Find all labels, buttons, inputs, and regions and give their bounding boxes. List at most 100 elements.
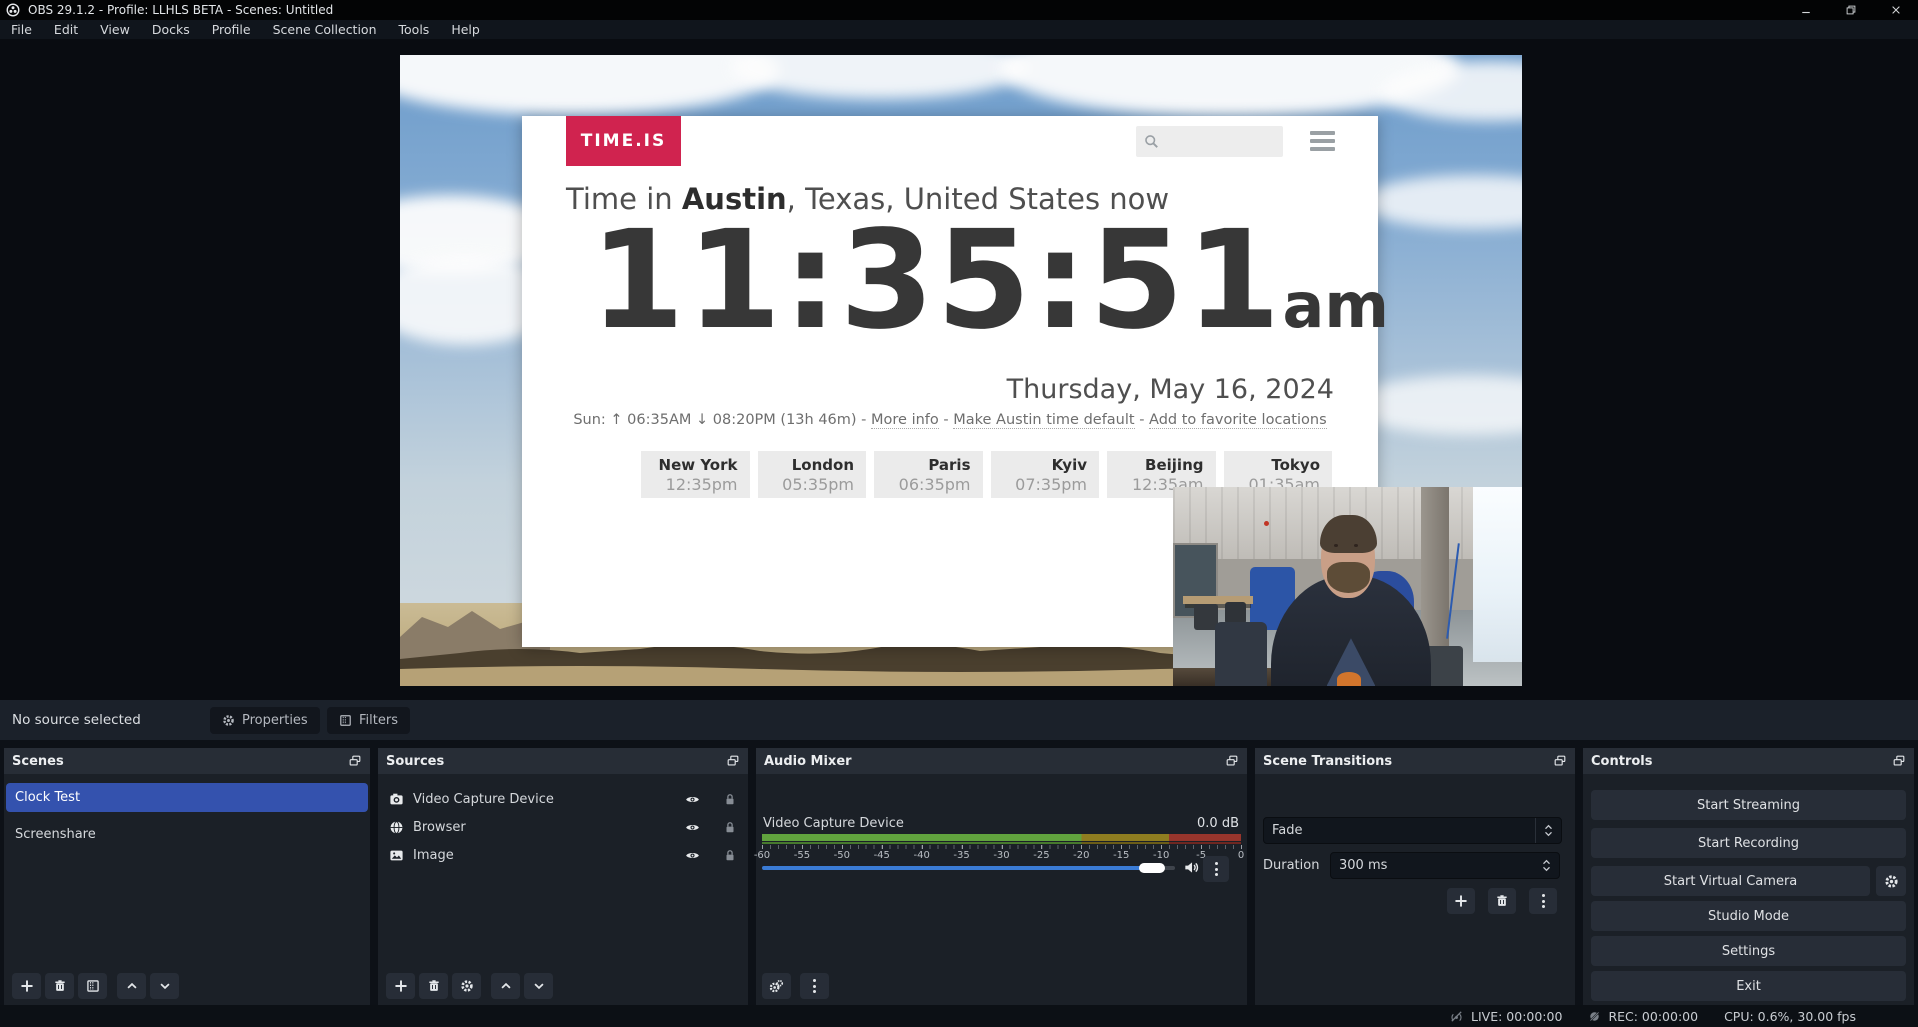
scene-item-clock-test[interactable]: Clock Test	[6, 783, 368, 812]
source-row-browser[interactable]: Browser	[380, 814, 746, 841]
volume-slider-handle[interactable]	[1139, 863, 1165, 873]
menu-docks[interactable]: Docks	[141, 20, 201, 39]
sources-panel: Sources	[378, 748, 748, 1005]
menu-profile[interactable]: Profile	[201, 20, 262, 39]
popout-icon[interactable]	[1225, 754, 1239, 768]
cloud	[730, 55, 1030, 99]
timeis-date: Thursday, May 16, 2024	[1007, 374, 1334, 405]
kebab-menu-icon	[1542, 894, 1545, 908]
start-recording-button[interactable]: Start Recording	[1591, 828, 1906, 858]
source-toolbar: No source selected Properties Filters	[0, 700, 1918, 740]
popout-icon[interactable]	[1892, 754, 1906, 768]
menu-view[interactable]: View	[89, 20, 141, 39]
scenes-panel: Scenes Clock Test Screenshare	[4, 748, 370, 1005]
mixer-level-db: 0.0 dB	[1197, 816, 1239, 831]
window-title: OBS 29.1.2 - Profile: LLHLS BETA - Scene…	[28, 3, 333, 17]
menu-edit[interactable]: Edit	[43, 20, 89, 39]
virtual-camera-settings-button[interactable]	[1876, 866, 1906, 896]
transition-select[interactable]: Fade	[1263, 817, 1562, 844]
chevron-down-icon	[158, 979, 172, 993]
selected-source-status: No source selected	[12, 700, 141, 740]
visibility-eye-icon[interactable]	[684, 848, 701, 863]
restore-button[interactable]	[1828, 0, 1873, 20]
trash-icon	[53, 979, 67, 993]
source-move-up-button[interactable]	[491, 973, 520, 999]
city-card: New York 12:35pm	[641, 451, 750, 498]
source-row-video-capture[interactable]: Video Capture Device	[380, 786, 746, 813]
source-properties-button[interactable]	[452, 973, 481, 999]
speaker-icon[interactable]	[1183, 859, 1200, 876]
scene-filters-button[interactable]	[78, 973, 107, 999]
webcam-video-source[interactable]	[1173, 487, 1522, 686]
record-inactive-icon	[1588, 1010, 1601, 1023]
search-icon	[1143, 133, 1160, 150]
timeis-logo: TIME.IS	[566, 116, 681, 166]
menu-scene-collection[interactable]: Scene Collection	[262, 20, 388, 39]
mixer-channel-menu-button[interactable]	[1203, 856, 1229, 882]
add-favorite-link: Add to favorite locations	[1149, 412, 1327, 429]
add-transition-button[interactable]	[1447, 888, 1475, 914]
mixer-menu-button[interactable]	[800, 973, 829, 999]
gear-icon	[460, 979, 474, 993]
popout-icon[interactable]	[348, 754, 362, 768]
duration-input[interactable]: 300 ms	[1330, 852, 1560, 879]
kebab-menu-icon	[813, 979, 816, 993]
controls-panel: Controls Start Streaming Start Recording…	[1583, 748, 1914, 1005]
menu-tools[interactable]: Tools	[388, 20, 441, 39]
remove-source-button[interactable]	[419, 973, 448, 999]
trash-icon	[1495, 894, 1509, 908]
add-scene-button[interactable]	[12, 973, 41, 999]
source-row-image[interactable]: Image	[380, 842, 746, 869]
controls-panel-title: Controls	[1591, 754, 1652, 769]
city-card: Kyiv 07:35pm	[991, 451, 1100, 498]
studio-mode-button[interactable]: Studio Mode	[1591, 901, 1906, 931]
popout-icon[interactable]	[726, 754, 740, 768]
source-move-down-button[interactable]	[524, 973, 553, 999]
scene-move-up-button[interactable]	[117, 973, 146, 999]
lock-icon[interactable]	[723, 820, 737, 835]
visibility-eye-icon[interactable]	[684, 820, 701, 835]
chevron-down-icon	[532, 979, 546, 993]
close-button[interactable]	[1873, 0, 1918, 20]
audio-mixer-panel: Audio Mixer Video Capture Device 0.0 dB	[756, 748, 1247, 1005]
remove-scene-button[interactable]	[45, 973, 74, 999]
start-streaming-button[interactable]: Start Streaming	[1591, 790, 1906, 820]
dock-area: Scenes Clock Test Screenshare	[0, 748, 1918, 1005]
exit-button[interactable]: Exit	[1591, 971, 1906, 1001]
properties-button[interactable]: Properties	[210, 707, 320, 734]
remove-transition-button[interactable]	[1488, 888, 1516, 914]
minimize-button[interactable]	[1783, 0, 1828, 20]
scene-move-down-button[interactable]	[150, 973, 179, 999]
gear-icon	[1884, 874, 1899, 889]
combo-arrows-icon	[1535, 818, 1553, 843]
transition-properties-button[interactable]	[1529, 888, 1557, 914]
image-icon	[389, 848, 404, 863]
kebab-menu-icon	[1215, 862, 1218, 876]
volume-meter-channel2	[762, 842, 1241, 844]
lock-icon[interactable]	[723, 848, 737, 863]
transitions-panel-title: Scene Transitions	[1263, 754, 1392, 769]
meter-tick-marks	[762, 845, 1241, 849]
chevron-up-icon	[499, 979, 513, 993]
obs-window: OBS 29.1.2 - Profile: LLHLS BETA - Scene…	[0, 0, 1918, 1027]
advanced-audio-button[interactable]	[762, 973, 791, 999]
stream-inactive-icon	[1449, 1009, 1464, 1024]
city-card: London 05:35pm	[758, 451, 867, 498]
settings-button[interactable]: Settings	[1591, 936, 1906, 966]
spinner-arrows-icon[interactable]	[1542, 859, 1551, 872]
hamburger-menu-icon	[1310, 131, 1335, 151]
duration-label: Duration	[1263, 858, 1319, 873]
preview-canvas[interactable]: TIME.IS Time in Austin, Texas, United St…	[0, 39, 1918, 700]
add-source-button[interactable]	[386, 973, 415, 999]
menu-file[interactable]: File	[0, 20, 43, 39]
volume-slider[interactable]	[762, 866, 1175, 870]
scene-preview[interactable]: TIME.IS Time in Austin, Texas, United St…	[400, 55, 1522, 686]
menu-help[interactable]: Help	[440, 20, 491, 39]
visibility-eye-icon[interactable]	[684, 792, 701, 807]
popout-icon[interactable]	[1553, 754, 1567, 768]
start-virtual-camera-button[interactable]: Start Virtual Camera	[1591, 866, 1870, 896]
scene-item-screenshare[interactable]: Screenshare	[6, 820, 368, 849]
filters-button[interactable]: Filters	[327, 707, 410, 734]
lock-icon[interactable]	[723, 792, 737, 807]
more-info-link: More info	[871, 412, 939, 429]
